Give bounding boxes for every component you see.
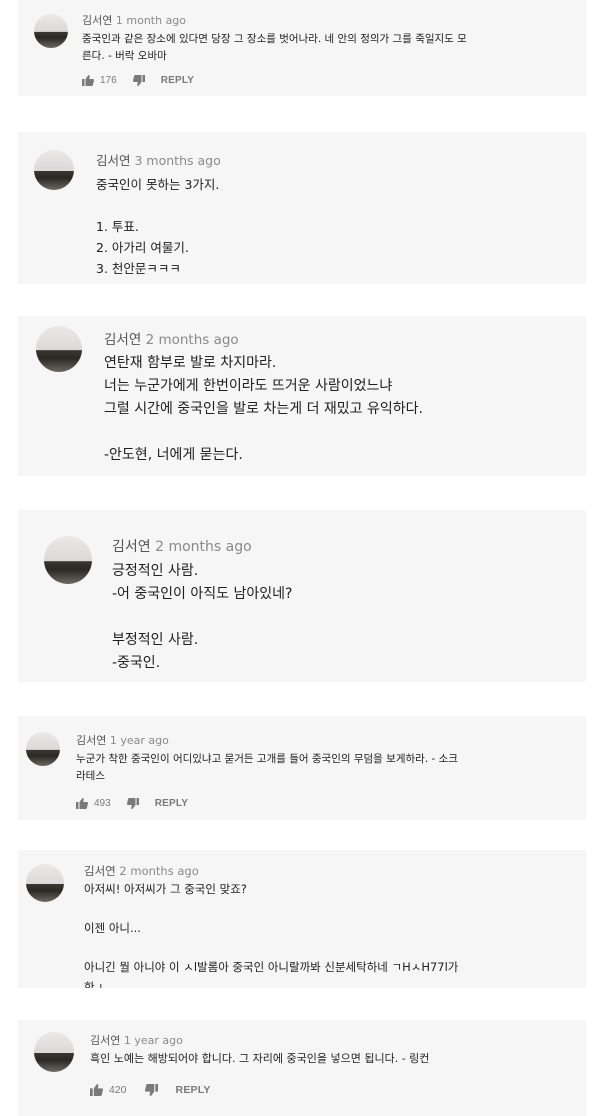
timestamp[interactable]: 2 months ago	[155, 539, 252, 555]
comment-header: 김서연 1 month ago	[82, 12, 186, 28]
like-count: 493	[94, 798, 111, 809]
like-count: 420	[109, 1084, 127, 1096]
author-name[interactable]: 김서연	[90, 1034, 120, 1047]
comment-text: 긍정적인 사람. -어 중국인이 아직도 남아있네? 부정적인 사람. -중국인…	[112, 563, 293, 671]
dislike-icon[interactable]	[132, 75, 145, 86]
comment-header: 김서연 1 year ago	[90, 1032, 183, 1048]
author-name[interactable]: 김서연	[96, 153, 131, 168]
dislike-icon[interactable]	[144, 1084, 158, 1096]
like-icon[interactable]	[90, 1084, 103, 1096]
timestamp[interactable]: 2 months ago	[146, 332, 239, 348]
timestamp[interactable]: 1 month ago	[116, 14, 186, 27]
timestamp[interactable]: 2 months ago	[119, 864, 198, 878]
comment-card: 김서연 2 months ago 아저씨! 아저씨가 그 중국인 맞죠? 이젠 …	[18, 850, 586, 988]
dislike-icon[interactable]	[126, 798, 139, 809]
comment-text: 중국인과 같은 장소에 있다면 당장 그 장소를 벗어나라. 네 안의 정의가 …	[82, 33, 467, 62]
comment-text: 연탄재 함부로 발로 차지마라. 너는 누군가에게 한번이라도 뜨거운 사람이었…	[104, 355, 423, 463]
author-name[interactable]: 김서연	[82, 14, 112, 27]
comment-text: 흑인 노예는 해방되어야 합니다. 그 자리에 중국인을 넣으면 됩니다. - …	[90, 1052, 430, 1065]
avatar[interactable]	[44, 536, 92, 584]
timestamp[interactable]: 1 year ago	[124, 1034, 183, 1047]
reply-button[interactable]: REPLY	[161, 75, 194, 86]
reply-button[interactable]: REPLY	[155, 798, 188, 809]
author-name[interactable]: 김서연	[76, 734, 106, 747]
avatar[interactable]	[36, 326, 82, 372]
comment-card: 김서연 3 months ago 중국인이 못하는 3가지. 1. 투표. 2.…	[18, 132, 586, 284]
reply-button[interactable]: REPLY	[176, 1084, 211, 1096]
like-count: 176	[100, 75, 117, 86]
comment-actions: 420 REPLY	[90, 1084, 211, 1096]
comment-card: 김서연 1 year ago 누군가 착한 중국인이 어디있냐고 묻거든 고개를…	[18, 716, 586, 820]
avatar[interactable]	[26, 732, 60, 766]
comment-card: 김서연 2 months ago 연탄재 함부로 발로 차지마라. 너는 누군가…	[18, 316, 586, 476]
comment-text: 중국인이 못하는 3가지. 1. 투표. 2. 아가리 여물기. 3. 천안문ㅋ…	[96, 177, 220, 276]
comment-actions: 176 REPLY	[82, 75, 194, 86]
author-name[interactable]: 김서연	[112, 539, 151, 555]
comment-card: 김서연 2 months ago 긍정적인 사람. -어 중국인이 아직도 남아…	[18, 510, 586, 682]
comment-text: 누군가 착한 중국인이 어디있냐고 묻거든 고개를 들어 중국인의 무덤을 보게…	[76, 753, 458, 782]
comment-text: 아저씨! 아저씨가 그 중국인 맞죠? 이젠 아니... 아니긴 뭘 아니야 이…	[84, 882, 459, 988]
comment-card: 김서연 1 year ago 흑인 노예는 해방되어야 합니다. 그 자리에 중…	[18, 1020, 586, 1116]
avatar[interactable]	[34, 14, 68, 48]
comment-header: 김서연 2 months ago	[112, 536, 252, 556]
comment-header: 김서연 2 months ago	[84, 863, 199, 879]
author-name[interactable]: 김서연	[84, 864, 116, 878]
comment-header: 김서연 3 months ago	[96, 150, 221, 169]
like-icon[interactable]	[82, 75, 94, 86]
avatar[interactable]	[34, 1032, 74, 1072]
avatar[interactable]	[34, 150, 74, 190]
comment-header: 김서연 1 year ago	[76, 732, 169, 748]
author-name[interactable]: 김서연	[104, 332, 141, 348]
timestamp[interactable]: 1 year ago	[110, 734, 169, 747]
like-icon[interactable]	[76, 798, 88, 809]
timestamp[interactable]: 3 months ago	[135, 153, 221, 168]
avatar[interactable]	[26, 864, 64, 902]
comment-header: 김서연 2 months ago	[104, 328, 239, 348]
comment-card: 김서연 1 month ago 중국인과 같은 장소에 있다면 당장 그 장소를…	[18, 0, 586, 96]
comment-actions: 493 REPLY	[76, 798, 188, 809]
